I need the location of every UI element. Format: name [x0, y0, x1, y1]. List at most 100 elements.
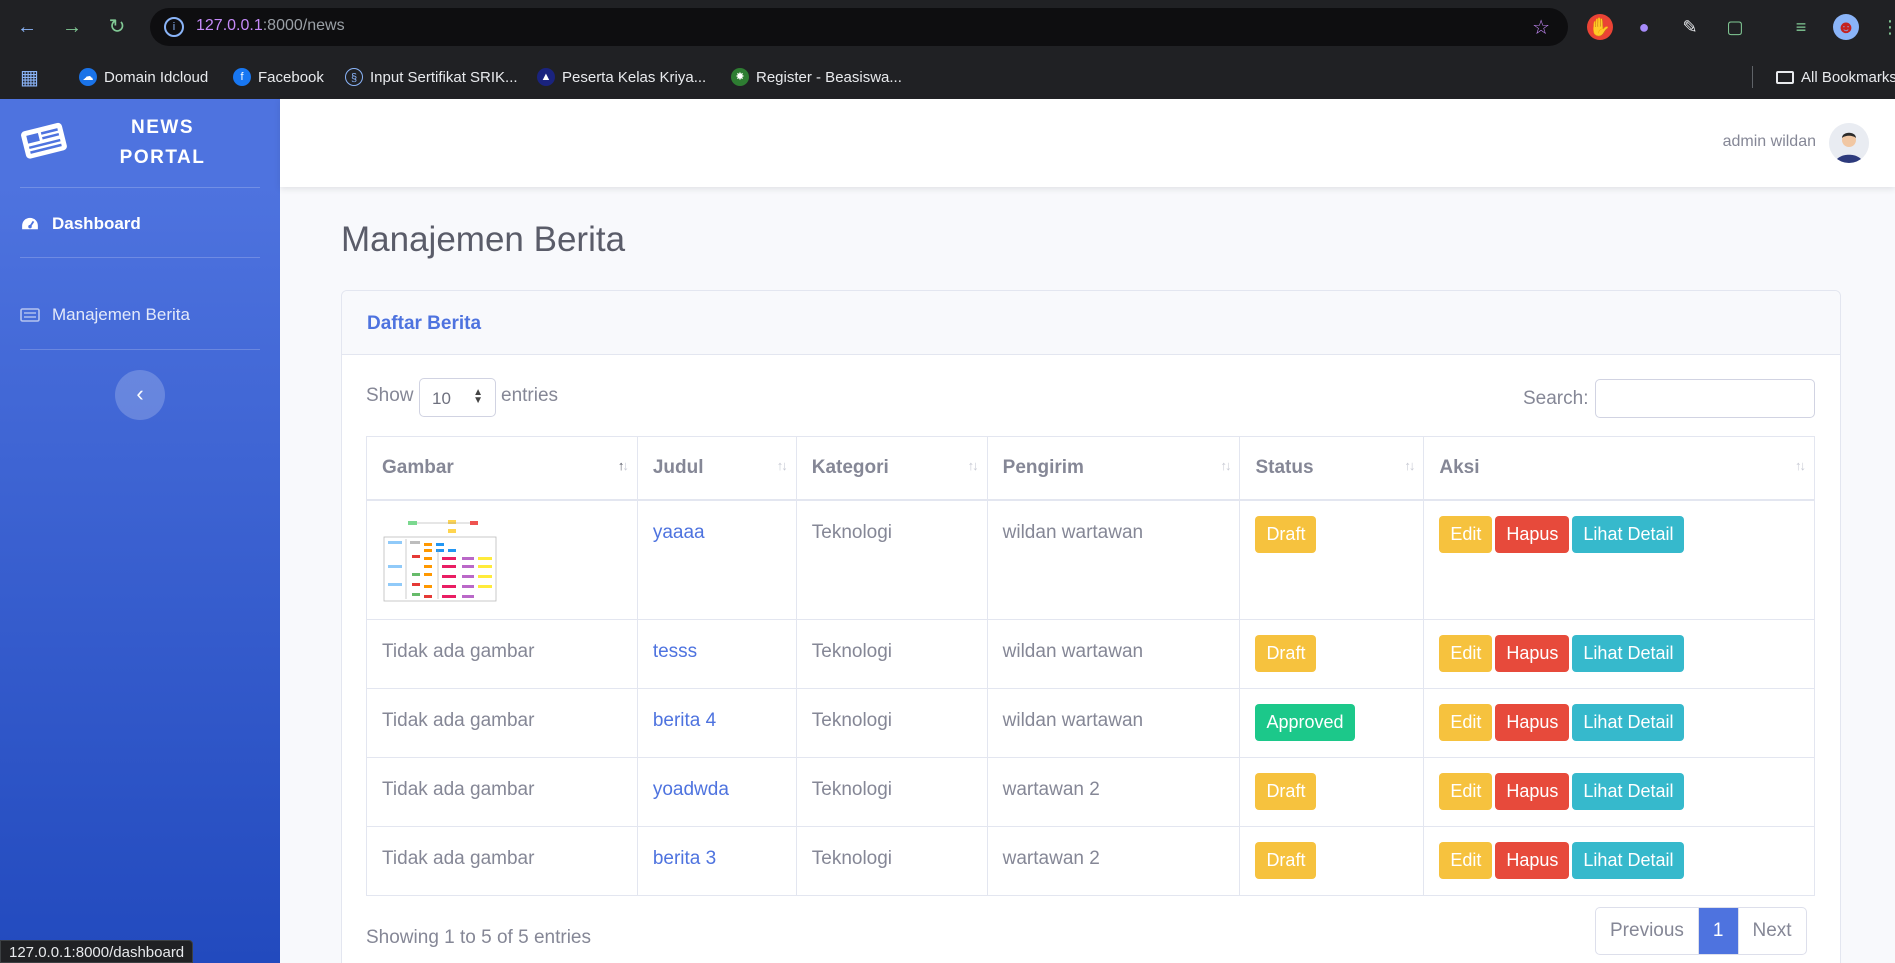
user-name[interactable]: admin wildan	[1723, 133, 1816, 151]
bookmark-item[interactable]: f Facebook	[233, 66, 324, 88]
cell-gambar	[366, 499, 638, 620]
profile-avatar-icon[interactable]: ☻	[1833, 14, 1859, 40]
detail-button[interactable]: Lihat Detail	[1572, 635, 1685, 672]
detail-button[interactable]: Lihat Detail	[1572, 704, 1685, 741]
page-button[interactable]: 1	[1697, 908, 1738, 954]
back-icon[interactable]: ←	[14, 14, 40, 40]
menu-dots-icon[interactable]: ⋮	[1877, 14, 1895, 40]
news-title-link[interactable]: berita 3	[653, 848, 716, 869]
reading-list-icon[interactable]: ≡	[1788, 14, 1814, 40]
forward-icon[interactable]: →	[59, 14, 85, 40]
cell-judul: berita 3	[636, 826, 797, 896]
bookmark-item[interactable]: § Input Sertifikat SRIK...	[345, 66, 518, 88]
cell-aksi: Edit Hapus Lihat Detail	[1423, 757, 1815, 827]
cell-judul: berita 4	[636, 688, 797, 758]
previous-button[interactable]: Previous	[1596, 908, 1698, 954]
course-icon: ▲	[537, 68, 555, 86]
card-header: Daftar Berita	[342, 291, 1840, 355]
pagination: Previous 1 Next	[1595, 907, 1807, 955]
status-badge: Draft	[1255, 773, 1317, 810]
bookmarks-bar: ▦ ☁ Domain Idcloud f Facebook § Input Serti…	[0, 54, 1895, 99]
sidebar-item-dashboard[interactable]: Dashboard	[20, 204, 141, 244]
edit-button[interactable]: Edit	[1439, 842, 1493, 879]
cell-gambar: Tidak ada gambar	[366, 826, 638, 896]
next-button[interactable]: Next	[1737, 908, 1806, 954]
delete-button[interactable]: Hapus	[1495, 773, 1570, 810]
bookmark-item[interactable]: ✸ Register - Beasiswa...	[731, 66, 902, 88]
address-bar[interactable]: i 127.0.0.1:8000/news ☆	[150, 8, 1568, 46]
extension-ghost-icon[interactable]: ●	[1631, 14, 1657, 40]
delete-button[interactable]: Hapus	[1495, 515, 1570, 553]
column-header-judul[interactable]: Judul ↑↓	[636, 436, 797, 501]
sidebar-brand[interactable]: NEWS PORTAL	[0, 99, 280, 187]
sidebar-toggle-button[interactable]: ‹	[115, 370, 165, 420]
certificate-icon: §	[345, 68, 363, 86]
newspaper-icon	[20, 308, 40, 322]
cell-judul: yaaaa	[636, 499, 797, 620]
detail-button[interactable]: Lihat Detail	[1572, 515, 1685, 553]
table-row: Tidak ada gambar berita 3 Teknologi wart…	[366, 826, 1815, 896]
detail-button[interactable]: Lihat Detail	[1572, 842, 1685, 879]
bookmark-item[interactable]: ☁ Domain Idcloud	[79, 66, 208, 88]
cell-aksi: Edit Hapus Lihat Detail	[1423, 619, 1815, 689]
edit-button[interactable]: Edit	[1439, 773, 1493, 810]
edit-button[interactable]: Edit	[1439, 515, 1493, 553]
apps-grid-icon[interactable]: ▦	[20, 66, 39, 89]
url-text[interactable]: 127.0.0.1:8000/news	[196, 17, 345, 35]
sidebar-divider	[20, 187, 260, 188]
sidebar-divider	[20, 257, 260, 258]
cell-pengirim: wildan wartawan	[986, 688, 1241, 758]
cell-aksi: Edit Hapus Lihat Detail	[1423, 499, 1815, 620]
cell-status: Draft	[1239, 619, 1425, 689]
cell-pengirim: wildan wartawan	[986, 619, 1241, 689]
sidebar-item-label: Manajemen Berita	[52, 305, 190, 324]
cell-status: Approved	[1239, 688, 1425, 758]
extension-stop-icon[interactable]: ✋	[1587, 14, 1613, 40]
table-info: Showing 1 to 5 of 5 entries	[366, 927, 591, 948]
delete-button[interactable]: Hapus	[1495, 704, 1570, 741]
edit-button[interactable]: Edit	[1439, 635, 1493, 672]
column-header-kategori[interactable]: Kategori ↑↓	[795, 436, 988, 501]
cloud-icon: ☁	[79, 68, 97, 86]
bookmarks-separator	[1752, 66, 1753, 88]
facebook-icon: f	[233, 68, 251, 86]
news-title-link[interactable]: yaaaa	[653, 522, 705, 543]
delete-button[interactable]: Hapus	[1495, 635, 1570, 672]
column-header-pengirim[interactable]: Pengirim ↑↓	[986, 436, 1241, 501]
brand-line-1: NEWS	[131, 117, 194, 138]
news-title-link[interactable]: tesss	[653, 641, 697, 662]
news-table: Gambar ↑↓ Judul ↑↓ Kategori ↑↓ Pengirim ↑↓ S…	[366, 436, 1815, 896]
user-avatar[interactable]	[1829, 123, 1869, 163]
cell-kategori: Teknologi	[795, 757, 988, 827]
sort-icon: ↑↓	[1795, 458, 1806, 473]
search-input[interactable]	[1595, 379, 1815, 418]
extensions-puzzle-icon[interactable]: ▢	[1722, 14, 1748, 40]
reload-icon[interactable]: ↻	[104, 14, 130, 40]
status-badge: Draft	[1255, 842, 1317, 879]
news-title-link[interactable]: yoadwda	[653, 779, 729, 800]
delete-button[interactable]: Hapus	[1495, 842, 1570, 879]
browser-chrome: ← → ↻ i 127.0.0.1:8000/news ☆ ✋ ● ✎ ▢ ≡ …	[0, 0, 1895, 99]
cell-aksi: Edit Hapus Lihat Detail	[1423, 826, 1815, 896]
all-bookmarks[interactable]: All Bookmarks	[1776, 66, 1895, 88]
cell-judul: tesss	[636, 619, 797, 689]
table-row: Tidak ada gambar yoadwda Teknologi warta…	[366, 757, 1815, 827]
detail-button[interactable]: Lihat Detail	[1572, 773, 1685, 810]
bookmark-star-icon[interactable]: ☆	[1532, 15, 1550, 40]
column-header-status[interactable]: Status ↑↓	[1239, 436, 1425, 501]
column-header-aksi[interactable]: Aksi ↑↓	[1423, 436, 1815, 501]
edit-button[interactable]: Edit	[1439, 704, 1493, 741]
column-header-gambar[interactable]: Gambar ↑↓	[366, 436, 638, 501]
entries-select[interactable]: 10 ▲ ▼	[419, 378, 496, 417]
cell-status: Draft	[1239, 757, 1425, 827]
cell-gambar: Tidak ada gambar	[366, 757, 638, 827]
bookmark-item[interactable]: ▲ Peserta Kelas Kriya...	[537, 66, 706, 88]
site-info-icon[interactable]: i	[164, 17, 184, 37]
status-badge: Draft	[1255, 635, 1317, 672]
eyedropper-icon[interactable]: ✎	[1677, 14, 1703, 40]
sidebar-item-manajemen-berita[interactable]: Manajemen Berita	[20, 295, 190, 335]
sort-icon: ↑↓	[776, 458, 788, 473]
news-title-link[interactable]: berita 4	[653, 710, 716, 731]
sidebar: NEWS PORTAL Dashboard Manajemen Berita ‹	[0, 99, 280, 963]
entries-label: entries	[501, 385, 559, 406]
